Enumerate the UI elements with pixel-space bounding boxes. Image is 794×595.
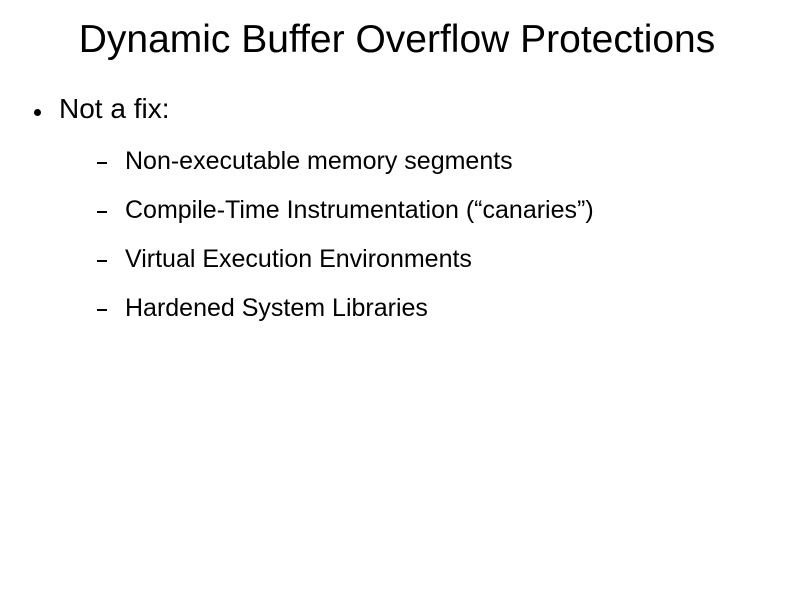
sub-bullet-text: Compile-Time Instrumentation (“canaries”… bbox=[125, 196, 594, 225]
dash-icon bbox=[97, 162, 107, 164]
sub-bullet-text: Virtual Execution Environments bbox=[125, 245, 472, 274]
dash-icon bbox=[97, 211, 107, 213]
main-bullet-text: Not a fix: bbox=[59, 93, 169, 125]
list-item: Compile-Time Instrumentation (“canaries”… bbox=[97, 196, 794, 225]
sub-bullet-list: Non-executable memory segments Compile-T… bbox=[34, 147, 794, 323]
list-item: Non-executable memory segments bbox=[97, 147, 794, 176]
dash-icon bbox=[97, 309, 107, 311]
slide-content: Not a fix: Non-executable memory segment… bbox=[0, 63, 794, 323]
main-bullet-row: Not a fix: bbox=[34, 93, 794, 125]
list-item: Virtual Execution Environments bbox=[97, 245, 794, 274]
slide-title: Dynamic Buffer Overflow Protections bbox=[0, 0, 794, 63]
dash-icon bbox=[97, 260, 107, 262]
sub-bullet-text: Hardened System Libraries bbox=[125, 294, 428, 323]
bullet-icon bbox=[34, 109, 41, 116]
list-item: Hardened System Libraries bbox=[97, 294, 794, 323]
sub-bullet-text: Non-executable memory segments bbox=[125, 147, 513, 176]
